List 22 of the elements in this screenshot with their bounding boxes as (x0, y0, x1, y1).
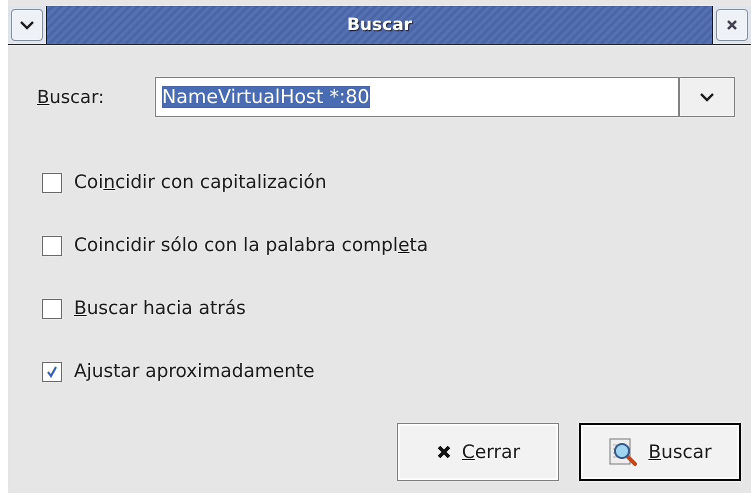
close-button[interactable] (716, 9, 748, 41)
search-button[interactable]: Buscar (579, 423, 741, 481)
close-icon (436, 444, 452, 460)
checkbox-label: Coincidir con capitalización (74, 172, 327, 193)
search-label: Buscar: (37, 86, 106, 108)
checkbox-label: Coincidir sólo con la palabra completa (74, 235, 428, 256)
close-icon (726, 19, 738, 31)
checkbox-label: Buscar hacia atrás (74, 298, 246, 319)
window-title: Buscar (346, 15, 412, 35)
window-menu-button[interactable] (11, 9, 43, 41)
chevron-down-icon (699, 92, 715, 102)
checkbox[interactable] (42, 298, 62, 318)
document-search-icon (608, 437, 638, 467)
checkbox[interactable] (42, 362, 62, 382)
chevron-down-icon (19, 20, 35, 30)
dropdown-button[interactable] (679, 77, 735, 117)
close-button[interactable]: Cerrar (397, 423, 559, 481)
checkbox[interactable] (42, 172, 62, 192)
checkbox-label: Ajustar aproximadamente (74, 361, 315, 382)
check-icon (46, 366, 58, 378)
checkbox[interactable] (42, 236, 62, 256)
search-field[interactable]: NameVirtualHost *:80 (155, 77, 679, 117)
